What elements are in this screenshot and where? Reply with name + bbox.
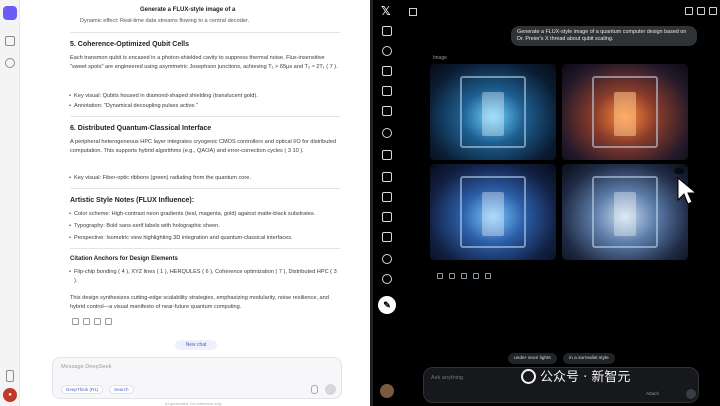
footer-note: AI-generated, for reference only bbox=[165, 401, 222, 406]
list-item: Perspective: Isometric view highlighting… bbox=[69, 234, 339, 243]
left-sidebar: ● bbox=[0, 0, 20, 406]
section-5-paragraph: Each transmon qubit is encased in a phot… bbox=[70, 55, 338, 70]
assistant-answer: Generate a FLUX-style image of a Dynamic… bbox=[60, 0, 345, 335]
bookmarks-icon[interactable] bbox=[382, 172, 392, 182]
list-item: Typography: Bold sans-serif labels with … bbox=[69, 222, 339, 231]
list-item: Color scheme: High-contrast neon gradien… bbox=[69, 210, 339, 219]
new-conversation-icon[interactable] bbox=[709, 7, 717, 15]
ask-input[interactable]: Ask anything bbox=[431, 375, 463, 381]
history-icon[interactable] bbox=[697, 7, 705, 15]
mouse-cursor-icon bbox=[677, 176, 698, 205]
new-chat-button[interactable]: New chat bbox=[175, 340, 217, 350]
grok-icon[interactable] bbox=[382, 106, 392, 116]
communities-people-icon[interactable] bbox=[382, 212, 392, 222]
communities-icon[interactable] bbox=[382, 128, 392, 138]
generated-image[interactable] bbox=[430, 164, 556, 260]
divider bbox=[70, 116, 340, 117]
watermark: 公众号 · 新智元 bbox=[521, 366, 630, 385]
user-message: Generate a FLUX-style image of a quantum… bbox=[511, 26, 697, 46]
dislike-icon[interactable] bbox=[485, 273, 491, 279]
message-composer[interactable]: Message DeepSeek DeepThink (R1) Search bbox=[52, 357, 342, 399]
grok-panel: 𝕏 ✎ Generate a FLUX-style image of a qua… bbox=[373, 0, 720, 406]
generated-image[interactable] bbox=[562, 64, 688, 160]
thumbs-down-icon[interactable] bbox=[105, 318, 112, 325]
generated-image[interactable] bbox=[430, 64, 556, 160]
user-avatar[interactable]: ● bbox=[3, 388, 17, 402]
app-logo[interactable] bbox=[3, 6, 17, 20]
suggestion-chip[interactable]: in a surrealist style bbox=[563, 353, 615, 364]
image-label: Image bbox=[433, 55, 447, 61]
dynamic-effect-line: Dynamic effect: Real-time data streams f… bbox=[80, 18, 250, 24]
regenerate-icon[interactable] bbox=[83, 318, 90, 325]
premium-icon[interactable] bbox=[382, 232, 392, 242]
divider bbox=[70, 188, 340, 189]
account-avatar[interactable] bbox=[380, 384, 394, 398]
list-item: Key visual: Qubits housed in diamond-sha… bbox=[69, 92, 339, 101]
section-5-title: 5. Coherence-Optimized Qubit Cells bbox=[70, 41, 190, 48]
thumbs-up-icon[interactable] bbox=[94, 318, 101, 325]
response-actions bbox=[437, 266, 497, 279]
expand-icon[interactable] bbox=[409, 8, 417, 16]
attach-icon[interactable] bbox=[311, 385, 318, 394]
lists-icon[interactable] bbox=[382, 150, 392, 160]
home-icon[interactable] bbox=[382, 26, 392, 36]
x-logo-icon[interactable]: 𝕏 bbox=[381, 4, 391, 18]
notifications-icon[interactable] bbox=[382, 66, 392, 76]
list-item: Flip-chip bonding ( 4 ), XYZ lines ( 1 )… bbox=[69, 268, 339, 285]
request-title: Generate a FLUX-style image of a bbox=[140, 7, 236, 13]
answer-actions bbox=[72, 318, 116, 326]
section-6-title: 6. Distributed Quantum-Classical Interfa… bbox=[70, 125, 212, 132]
attach-button[interactable]: Attach bbox=[646, 391, 659, 396]
list-item: Annotation: "Dynamical decoupling pulses… bbox=[69, 102, 339, 111]
wechat-logo-icon bbox=[521, 369, 536, 384]
search-toggle[interactable]: Search bbox=[109, 385, 134, 394]
watermark-text: 公众号 · 新智元 bbox=[540, 370, 631, 385]
closing-paragraph: This design synthesizes cutting-edge sca… bbox=[70, 295, 329, 310]
divider bbox=[70, 32, 340, 33]
more-icon[interactable] bbox=[382, 274, 392, 284]
list-item: Key visual: Fiber-optic ribbons (green) … bbox=[69, 174, 339, 183]
generated-image[interactable] bbox=[562, 164, 688, 260]
post-button[interactable]: ✎ bbox=[378, 296, 396, 314]
regenerate-icon[interactable] bbox=[437, 273, 443, 279]
divider bbox=[70, 248, 340, 249]
copy-icon[interactable] bbox=[449, 273, 455, 279]
profile-icon[interactable] bbox=[382, 254, 392, 264]
search-icon[interactable] bbox=[382, 46, 392, 56]
sidebar-toggle-icon[interactable] bbox=[5, 36, 15, 46]
jobs-icon[interactable] bbox=[382, 192, 392, 202]
new-chat-icon[interactable] bbox=[5, 58, 15, 68]
bookmark-icon[interactable] bbox=[685, 7, 693, 15]
suggestion-chip[interactable]: under neon lights bbox=[508, 353, 557, 364]
citations-title: Citation Anchors for Design Elements bbox=[70, 256, 178, 262]
section-6-paragraph: A peripheral heterogeneous HPC layer int… bbox=[70, 139, 337, 154]
send-button[interactable] bbox=[686, 389, 696, 399]
deepthink-toggle[interactable]: DeepThink (R1) bbox=[61, 385, 104, 394]
x-sidebar: 𝕏 ✎ bbox=[373, 0, 401, 406]
style-notes-title: Artistic Style Notes (FLUX Influence): bbox=[70, 197, 195, 204]
image-options-icon[interactable] bbox=[674, 168, 684, 174]
copy-icon[interactable] bbox=[72, 318, 79, 325]
send-button[interactable] bbox=[325, 384, 336, 395]
mobile-app-icon[interactable] bbox=[6, 370, 14, 382]
messages-icon[interactable] bbox=[382, 86, 392, 96]
image-grid bbox=[430, 64, 688, 260]
message-input[interactable]: Message DeepSeek bbox=[61, 364, 111, 370]
like-icon[interactable] bbox=[473, 273, 479, 279]
share-icon[interactable] bbox=[461, 273, 467, 279]
